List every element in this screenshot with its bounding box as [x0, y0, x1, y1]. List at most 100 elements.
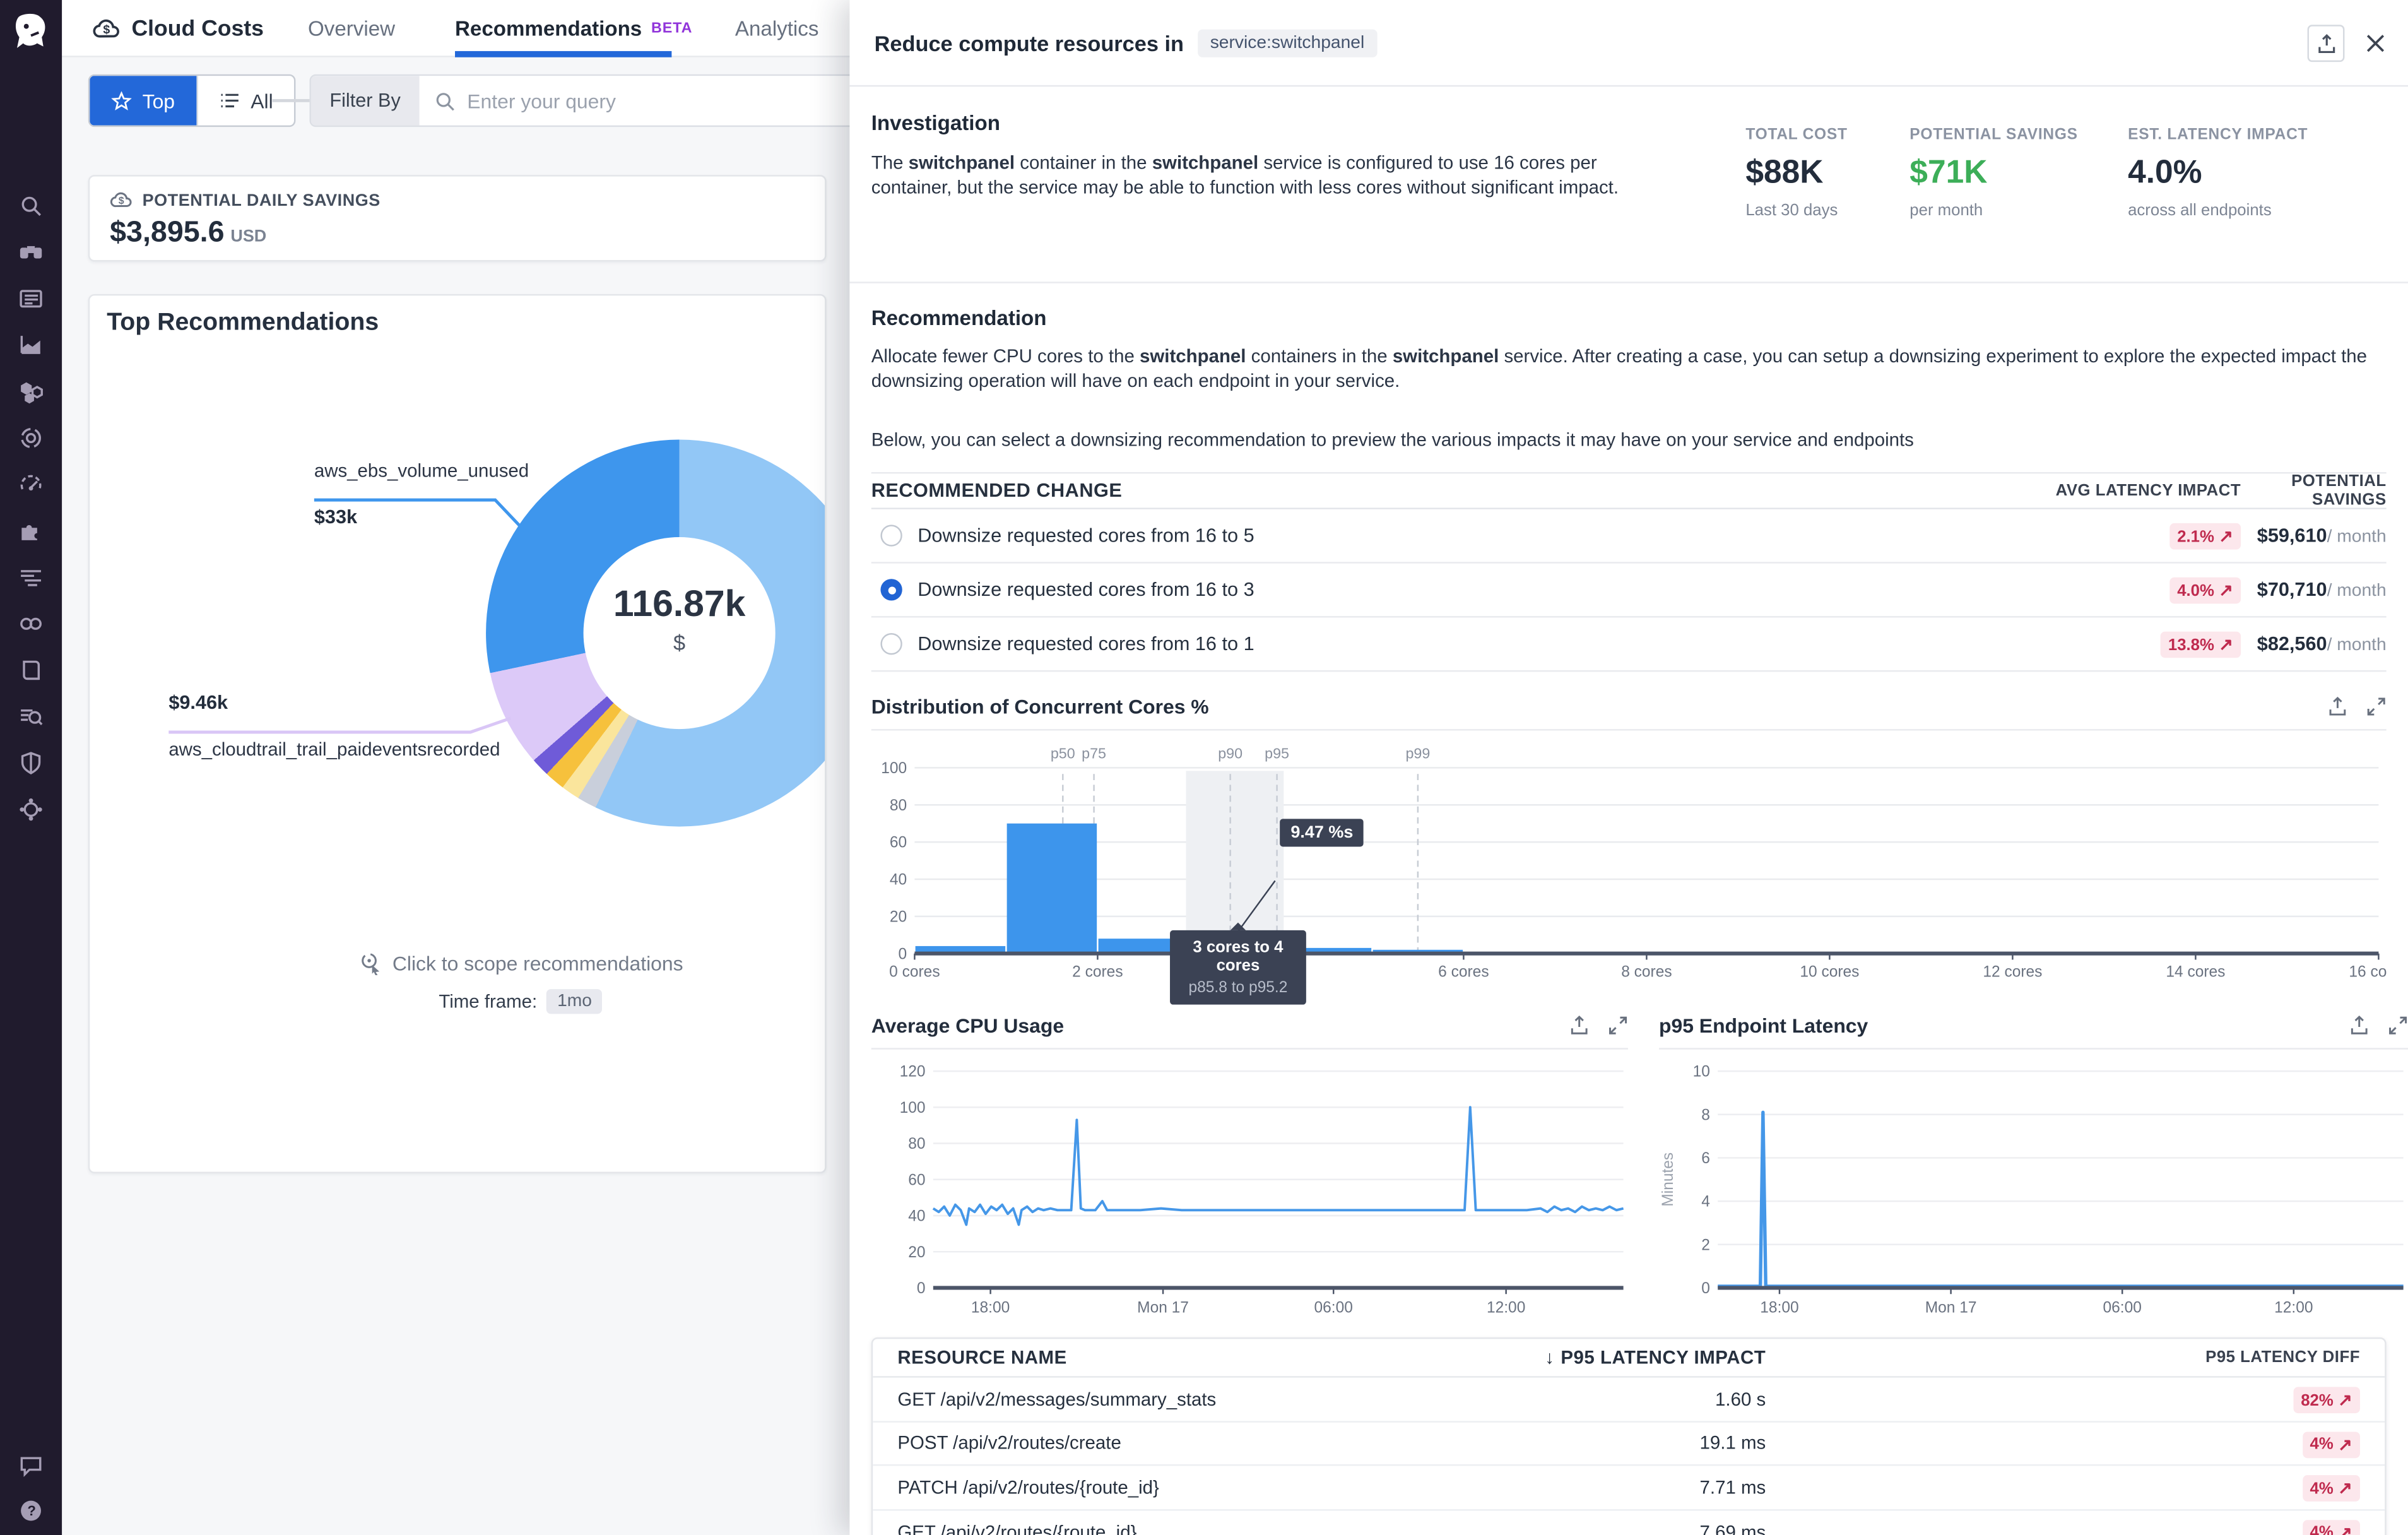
investigation-text: The switchpanel container in the switchp…: [871, 150, 1653, 199]
p95-latency-chart-title: p95 Endpoint Latency: [1659, 1014, 1868, 1037]
log-explorer-icon[interactable]: [18, 702, 44, 729]
p95-latency-line-chart[interactable]: 0246810Minutes18:00Mon 1706:0012:00: [1659, 1050, 2408, 1325]
callout-cloudtrail-name[interactable]: aws_cloudtrail_trail_paideventsrecorded: [168, 738, 500, 760]
search-icon[interactable]: [18, 192, 44, 218]
svg-text:12:00: 12:00: [2274, 1300, 2313, 1317]
donut-center-label: 116.87k $: [548, 584, 811, 655]
page-brand: $ Cloud Costs: [93, 0, 264, 57]
svg-text:18:00: 18:00: [1760, 1300, 1798, 1317]
endpoint-impact-table: RESOURCE NAME ↓P95 LATENCY IMPACT P95 LA…: [871, 1337, 2387, 1535]
avg-cpu-line-chart[interactable]: 02040608010012018:00Mon 1706:0012:00: [871, 1050, 1628, 1325]
close-icon[interactable]: [2364, 33, 2386, 54]
infrastructure-icon[interactable]: [18, 377, 44, 404]
expand-chart-icon[interactable]: [2366, 697, 2387, 717]
network-icon[interactable]: [18, 796, 44, 822]
option-radio[interactable]: [880, 525, 902, 546]
endpoint-row[interactable]: POST /api/v2/routes/create19.1 ms4%↗: [873, 1422, 2385, 1466]
callout-cloudtrail-value: $9.46k: [168, 692, 228, 713]
export-button[interactable]: [2308, 25, 2345, 62]
endpoint-row[interactable]: GET /api/v2/routes/{route_id}7.69 ms4%↗: [873, 1510, 2385, 1535]
svg-text:2 cores: 2 cores: [1072, 963, 1123, 978]
savings-value: $3,895.6USD: [110, 216, 805, 251]
change-label: Downsize requested cores from 16 to 3: [918, 579, 1254, 600]
export-chart-icon[interactable]: [2349, 1016, 2370, 1036]
tab-analytics[interactable]: Analytics: [735, 0, 819, 57]
top-filter-button[interactable]: Top: [90, 76, 196, 125]
latency-impact-chip: 4.0%↗: [2169, 578, 2241, 604]
metrics-icon[interactable]: [18, 331, 44, 358]
apm-icon[interactable]: [18, 471, 44, 497]
recommended-change-row[interactable]: Downsize requested cores from 16 to 52.1…: [871, 509, 2387, 564]
export-chart-icon[interactable]: [1569, 1016, 1590, 1036]
resource-name: GET /api/v2/messages/summary_stats: [897, 1388, 1516, 1409]
recommendation-text: Allocate fewer CPU cores to the switchpa…: [871, 343, 2387, 393]
app-root: ? $ Cloud Costs Overview Recommendations…: [0, 0, 2408, 1535]
option-radio[interactable]: [880, 633, 902, 655]
datadog-logo-icon[interactable]: [8, 9, 54, 56]
chat-icon[interactable]: [18, 1452, 44, 1478]
service-scope-chip: service:switchpanel: [1198, 28, 1377, 56]
svg-text:120: 120: [900, 1064, 926, 1081]
search-icon: [435, 90, 455, 110]
cloud-savings-icon: $: [110, 191, 133, 211]
expand-chart-icon[interactable]: [1608, 1016, 1628, 1036]
expand-chart-icon[interactable]: [2388, 1016, 2408, 1036]
panel-title: Reduce compute resources in: [875, 30, 1184, 55]
recommended-change-row[interactable]: Downsize requested cores from 16 to 3 4.0…: [871, 564, 2387, 618]
svg-text:20: 20: [890, 908, 907, 925]
sort-column-header[interactable]: ↓P95 LATENCY IMPACT: [1516, 1347, 1766, 1368]
cores-distribution-histogram[interactable]: 020406080100p50p75p90p95p990 cores2 core…: [871, 731, 2387, 978]
panel-body: Investigation The switchpanel container …: [849, 86, 2408, 1535]
section-divider: [849, 282, 2408, 283]
notebooks-icon[interactable]: [18, 656, 44, 683]
help-icon[interactable]: ?: [18, 1497, 44, 1524]
panel-header: Reduce compute resources in service:swit…: [849, 0, 2408, 86]
p95-latency-chart-block: p95 Endpoint Latency 0246810Minutes18:00…: [1659, 991, 2408, 1325]
trend-up-icon: ↗: [2338, 1479, 2352, 1499]
svg-text:14 cores: 14 cores: [2166, 963, 2225, 978]
watchdog-icon[interactable]: [18, 239, 44, 265]
page-title: Cloud Costs: [131, 16, 263, 41]
scope-recommendations-hint[interactable]: Click to scope recommendations: [90, 952, 826, 975]
option-radio[interactable]: [880, 579, 902, 600]
dashboards-icon[interactable]: [18, 285, 44, 311]
savings-cell: $82,560/ month: [2241, 633, 2387, 655]
integrations-icon[interactable]: [18, 517, 44, 543]
p95-diff-chip: 4%↗: [2302, 1520, 2360, 1535]
svg-text:6 cores: 6 cores: [1438, 963, 1489, 978]
recommendation-subtext: Below, you can select a downsizing recom…: [871, 427, 2387, 452]
change-table-header: RECOMMENDED CHANGE AVG LATENCY IMPACT PO…: [871, 473, 2387, 509]
distribution-chart-title: Distribution of Concurrent Cores %: [871, 695, 1209, 718]
p95-diff-chip: 4%↗: [2302, 1476, 2360, 1502]
svg-text:Minutes: Minutes: [1660, 1153, 1677, 1207]
p95-impact-value: 7.71 ms: [1516, 1477, 1766, 1498]
search-placeholder: Enter your query: [467, 89, 616, 112]
endpoint-row[interactable]: GET /api/v2/messages/summary_stats1.60 s…: [873, 1378, 2385, 1422]
tab-overview[interactable]: Overview: [308, 0, 395, 57]
svg-text:$: $: [103, 22, 110, 36]
security-icon[interactable]: [18, 749, 44, 776]
filter-by-chip[interactable]: Filter By: [311, 76, 419, 125]
recommended-change-row[interactable]: Downsize requested cores from 16 to 113.…: [871, 618, 2387, 672]
svg-text:0: 0: [917, 1280, 926, 1297]
svg-text:06:00: 06:00: [2103, 1300, 2142, 1317]
left-nav-sidebar: ?: [0, 0, 62, 1535]
endpoint-row[interactable]: PATCH /api/v2/routes/{route_id}7.71 ms4%…: [873, 1466, 2385, 1510]
export-chart-icon[interactable]: [2327, 697, 2347, 717]
svg-text:40: 40: [890, 872, 907, 889]
callout-ebs-name[interactable]: aws_ebs_volume_unused: [314, 459, 529, 481]
svg-text:0: 0: [898, 945, 907, 963]
trend-up-icon: ↗: [2219, 635, 2233, 655]
monitors-icon[interactable]: [18, 424, 44, 451]
top-all-segmented-control: Top All: [88, 74, 297, 127]
svg-text:100: 100: [900, 1099, 926, 1117]
cloud-costs-icon: $: [93, 16, 121, 41]
resource-table-header: RESOURCE NAME ↓P95 LATENCY IMPACT P95 LA…: [873, 1339, 2385, 1377]
beta-badge: BETA: [651, 20, 692, 37]
svg-text:60: 60: [908, 1171, 925, 1188]
tab-recommendations[interactable]: RecommendationsBETA: [455, 0, 692, 57]
callout-ebs-value: $33k: [314, 506, 357, 528]
logs-icon[interactable]: [18, 564, 44, 590]
ci-icon[interactable]: [18, 610, 44, 636]
svg-text:p50: p50: [1051, 745, 1075, 762]
